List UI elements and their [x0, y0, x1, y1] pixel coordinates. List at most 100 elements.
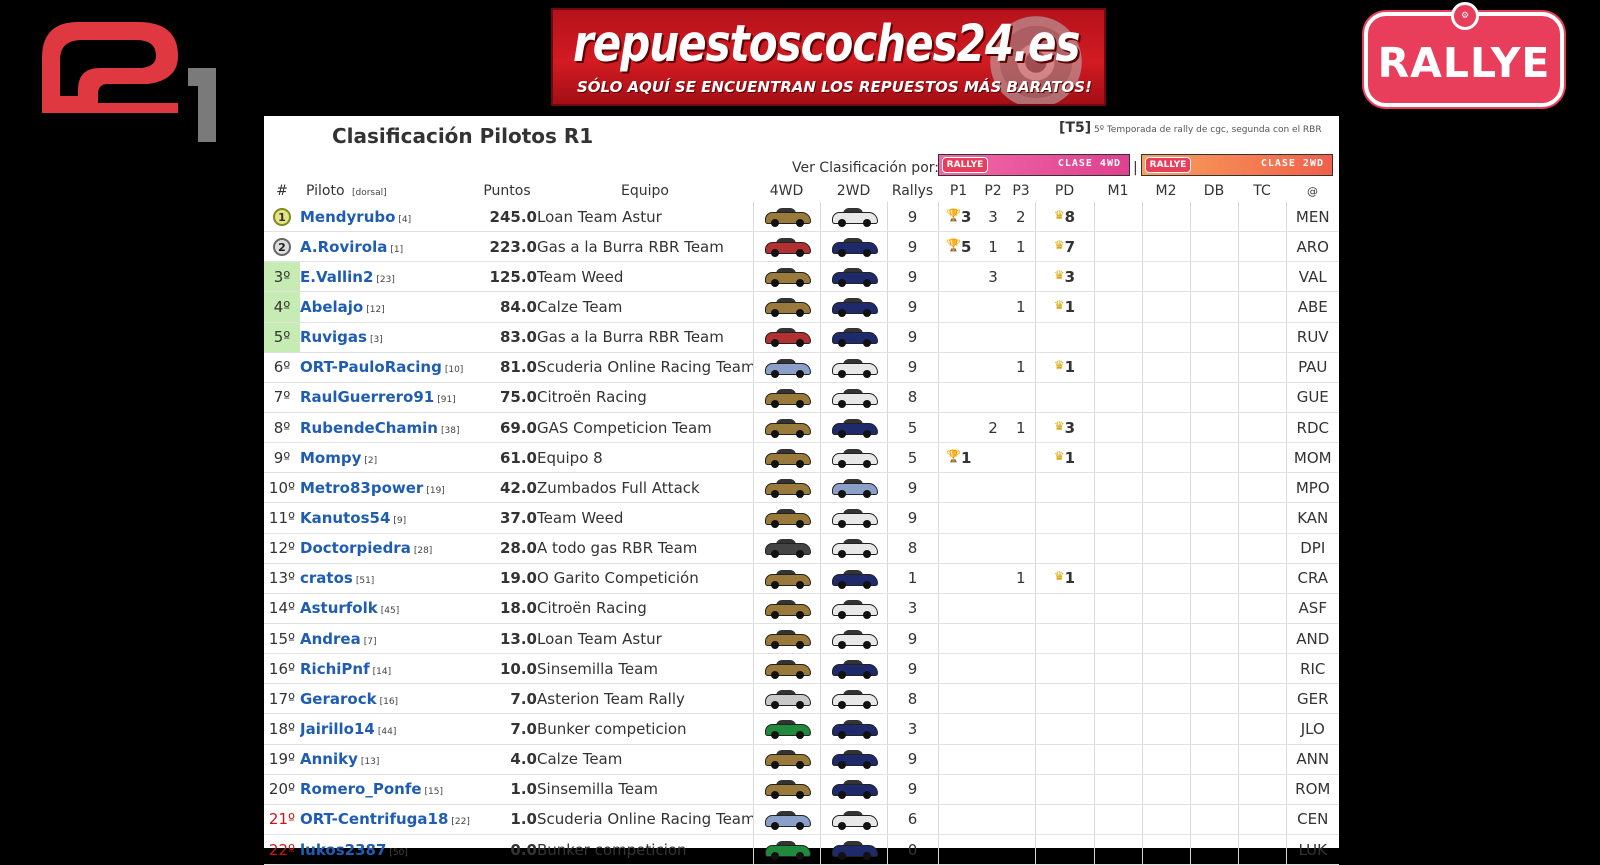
class-4wd-button[interactable]: RALLYE CLASE 4WD — [938, 154, 1130, 176]
points-cell: 0.0 — [477, 834, 537, 865]
car-2wd-icon[interactable] — [830, 840, 878, 860]
car-4wd-icon[interactable] — [763, 750, 811, 770]
car-2wd-icon[interactable] — [830, 509, 878, 529]
pilot-code-link[interactable]: GUE — [1285, 382, 1339, 413]
pilot-name-link[interactable]: Mompy — [300, 449, 361, 467]
pilot-name-link[interactable]: Anniky — [300, 750, 358, 768]
car-2wd-icon[interactable] — [830, 569, 878, 589]
car-2wd-icon[interactable] — [830, 629, 878, 649]
car-wheel — [862, 851, 871, 860]
car-4wd-icon[interactable] — [763, 690, 811, 710]
car-wheel — [837, 610, 846, 619]
car-4wd-icon[interactable] — [763, 237, 811, 257]
car-2wd-icon[interactable] — [830, 207, 878, 227]
car-2wd-icon[interactable] — [830, 268, 878, 288]
car-4wd-icon[interactable] — [763, 388, 811, 408]
pilot-code-link[interactable]: JLO — [1285, 713, 1339, 745]
pilot-code-link[interactable]: RDC — [1285, 412, 1339, 444]
pilot-name-link[interactable]: Ruvigas — [300, 328, 367, 346]
car-2wd-icon[interactable] — [830, 780, 878, 800]
col-4wd: 4WD — [769, 183, 804, 199]
pilot-name-link[interactable]: Abelajo — [300, 298, 363, 316]
pilot-code-link[interactable]: MEN — [1285, 202, 1339, 233]
pilot-code-link[interactable]: AND — [1285, 623, 1339, 655]
car-2wd-icon[interactable] — [830, 237, 878, 257]
car-2wd-icon[interactable] — [830, 418, 878, 438]
car-4wd-icon[interactable] — [763, 479, 811, 499]
pilot-code-link[interactable]: VAL — [1285, 261, 1339, 293]
car-2wd-icon[interactable] — [830, 750, 878, 770]
pilot-code-link[interactable]: CEN — [1285, 804, 1339, 835]
pilot-code-link[interactable]: KAN — [1285, 502, 1339, 534]
pilot-name-link[interactable]: Andrea — [300, 630, 361, 648]
pilot-code-link[interactable]: ABE — [1285, 291, 1339, 323]
pilot-name-link[interactable]: Romero_Ponfe — [300, 780, 422, 798]
car-2wd-cell — [819, 261, 887, 293]
car-4wd-icon[interactable] — [763, 629, 811, 649]
car-4wd-icon[interactable] — [763, 509, 811, 529]
car-2wd-icon[interactable] — [830, 720, 878, 740]
position: 9º — [273, 448, 291, 467]
car-wheel — [795, 279, 804, 288]
pilot-code-link[interactable]: LUK — [1285, 834, 1339, 865]
pilot-name-link[interactable]: E.Vallin2 — [300, 268, 373, 286]
car-2wd-icon[interactable] — [830, 448, 878, 468]
car-4wd-icon[interactable] — [763, 780, 811, 800]
car-4wd-icon[interactable] — [763, 358, 811, 378]
sponsor-banner[interactable]: repuestoscoches24.es SÓLO AQUÍ SE ENCUEN… — [551, 8, 1106, 106]
car-2wd-icon[interactable] — [830, 298, 878, 318]
car-2wd-icon[interactable] — [830, 599, 878, 619]
pilot-code-link[interactable]: ROM — [1285, 774, 1339, 805]
pilot-code-link[interactable]: RUV — [1285, 322, 1339, 353]
pilot-name-link[interactable]: RaulGuerrero91 — [300, 388, 434, 406]
points-cell: 81.0 — [477, 352, 537, 383]
pilot-code-link[interactable]: PAU — [1285, 352, 1339, 383]
car-4wd-icon[interactable] — [763, 298, 811, 318]
car-4wd-icon[interactable] — [763, 418, 811, 438]
car-4wd-icon[interactable] — [763, 810, 811, 830]
car-2wd-icon[interactable] — [830, 539, 878, 559]
pilot-name-link[interactable]: Metro83power — [300, 479, 423, 497]
pilot-code-link[interactable]: GER — [1285, 683, 1339, 715]
pilot-code-link[interactable]: DPI — [1285, 533, 1339, 564]
car-4wd-icon[interactable] — [763, 207, 811, 227]
class-2wd-button[interactable]: RALLYE CLASE 2WD — [1141, 154, 1333, 176]
car-2wd-icon[interactable] — [830, 659, 878, 679]
car-2wd-icon[interactable] — [830, 479, 878, 499]
pilot-name-link[interactable]: Gerarock — [300, 690, 377, 708]
car-4wd-icon[interactable] — [763, 840, 811, 860]
pilot-code-link[interactable]: CRA — [1285, 563, 1339, 594]
pilot-name-link[interactable]: Doctorpiedra — [300, 539, 411, 557]
pilot-name-link[interactable]: lukos2387 — [300, 841, 386, 859]
car-4wd-icon[interactable] — [763, 268, 811, 288]
car-4wd-icon[interactable] — [763, 599, 811, 619]
pilot-name-link[interactable]: RubendeChamin — [300, 419, 438, 437]
pilot-name-link[interactable]: ORT-PauloRacing — [300, 358, 442, 376]
car-2wd-icon[interactable] — [830, 810, 878, 830]
car-4wd-icon[interactable] — [763, 659, 811, 679]
pilot-code-link[interactable]: ANN — [1285, 744, 1339, 775]
pilot-name-link[interactable]: Mendyrubo — [300, 208, 395, 226]
pilot-name-link[interactable]: ORT-Centrifuga18 — [300, 810, 448, 828]
car-2wd-icon[interactable] — [830, 358, 878, 378]
pilot-name-link[interactable]: Asturfolk — [300, 599, 378, 617]
pilot-name-link[interactable]: A.Rovirola — [300, 238, 387, 256]
pilot-name-link[interactable]: RichiPnf — [300, 660, 370, 678]
car-4wd-icon[interactable] — [763, 720, 811, 740]
pilot-code-link[interactable]: ARO — [1285, 231, 1339, 263]
car-2wd-icon[interactable] — [830, 388, 878, 408]
car-2wd-cell — [819, 291, 887, 323]
pilot-name-link[interactable]: Kanutos54 — [300, 509, 390, 527]
pilot-code-link[interactable]: MPO — [1285, 472, 1339, 504]
pilot-name-link[interactable]: Jairillo14 — [300, 720, 375, 738]
car-4wd-icon[interactable] — [763, 569, 811, 589]
car-4wd-icon[interactable] — [763, 448, 811, 468]
pilot-name-link[interactable]: cratos — [300, 569, 353, 587]
car-4wd-icon[interactable] — [763, 539, 811, 559]
pilot-code-link[interactable]: RIC — [1285, 653, 1339, 685]
car-2wd-icon[interactable] — [830, 328, 878, 348]
car-4wd-icon[interactable] — [763, 328, 811, 348]
pilot-code-link[interactable]: ASF — [1285, 593, 1339, 624]
car-2wd-icon[interactable] — [830, 690, 878, 710]
pilot-code-link[interactable]: MOM — [1285, 442, 1339, 474]
